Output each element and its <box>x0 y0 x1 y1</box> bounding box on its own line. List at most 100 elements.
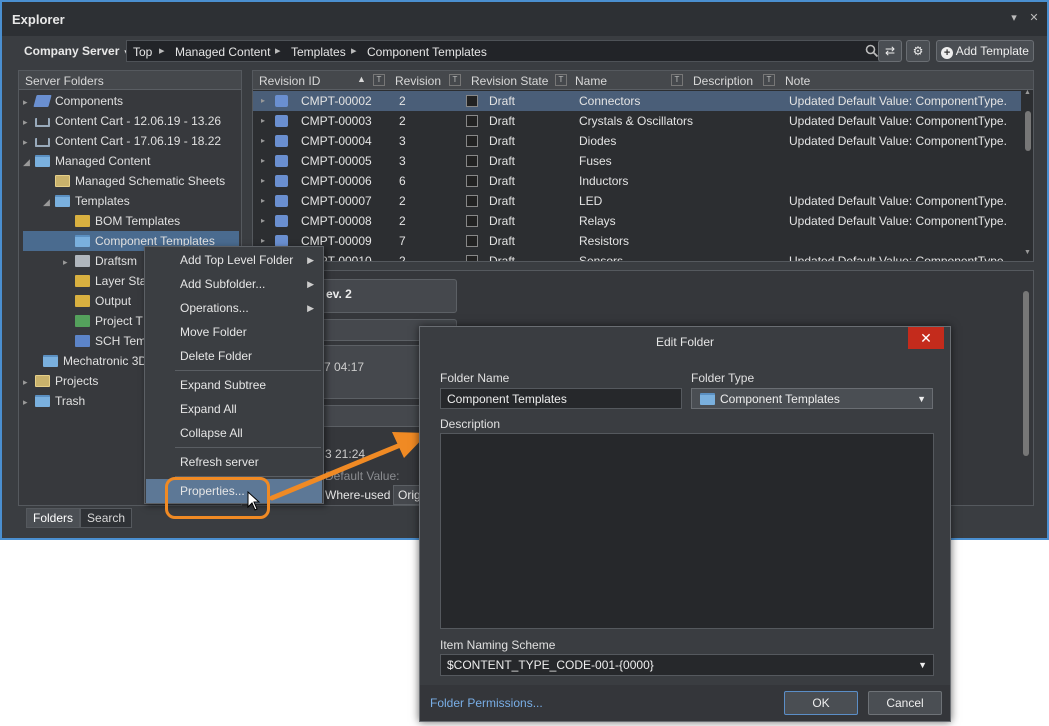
cell-note: Updated Default Value: ComponentType. <box>789 114 1007 128</box>
scroll-up-icon[interactable]: ▲ <box>1024 89 1031 96</box>
table-row[interactable]: ▸ CMPT-00003 2 Draft Crystals & Oscillators U… <box>253 111 1021 131</box>
cell-revision: 3 <box>399 134 406 148</box>
checkbox[interactable] <box>466 175 478 187</box>
table-row[interactable]: ▸ CMPT-00004 3 Draft Diodes Updated Default V… <box>253 131 1021 151</box>
folder-type-select[interactable]: Component Templates ▼ <box>691 388 933 409</box>
tree-label: Project T <box>95 314 143 328</box>
chevron-right-icon[interactable]: ▸ <box>351 44 357 57</box>
expand-icon[interactable]: ▸ <box>261 151 265 171</box>
menu-item[interactable]: Add Top Level Folder ▶ <box>146 248 322 272</box>
folder-icon <box>75 295 90 307</box>
tree-item-bom-templates[interactable]: BOM Templates <box>23 211 241 231</box>
expand-icon[interactable]: ▸ <box>261 171 265 191</box>
sort-asc-icon: ▲ <box>357 74 366 84</box>
component-icon <box>33 95 52 107</box>
menu-item[interactable]: Collapse All <box>146 421 322 445</box>
checkbox[interactable] <box>466 215 478 227</box>
expand-icon[interactable]: ▸ <box>261 91 265 111</box>
server-dropdown[interactable]: Company Server ▼ <box>24 44 131 58</box>
chevron-right-icon[interactable]: ▸ <box>275 44 281 57</box>
scrollbar[interactable]: ▲ ▼ <box>1023 89 1033 261</box>
col-description[interactable]: Description <box>693 74 753 88</box>
table-row[interactable]: ▸ CMPT-00007 2 Draft LED Updated Default Valu… <box>253 191 1021 211</box>
table-row[interactable]: ▸ CMPT-00002 2 Draft Connectors Updated Defau… <box>253 91 1021 111</box>
menu-item[interactable]: Expand All <box>146 397 322 421</box>
close-icon[interactable]: ✕ <box>1028 12 1040 24</box>
table-row[interactable]: ▸ CMPT-00005 3 Draft Fuses <box>253 151 1021 171</box>
revisions-grid: Revision ID ▲ T Revision T Revision Stat… <box>252 70 1034 262</box>
checkbox[interactable] <box>466 95 478 107</box>
menu-item[interactable]: Expand Subtree <box>146 373 322 397</box>
description-textarea[interactable] <box>440 433 934 629</box>
tree-item-schematic-sheets[interactable]: Managed Schematic Sheets <box>23 171 241 191</box>
refresh-button[interactable]: ⇄ <box>878 40 902 62</box>
col-note[interactable]: Note <box>785 74 810 88</box>
checkbox[interactable] <box>466 155 478 167</box>
folder-icon <box>43 355 58 367</box>
chevron-right-icon: ▶ <box>307 303 314 313</box>
checkbox[interactable] <box>466 255 478 261</box>
cell-state: Draft <box>489 254 516 262</box>
folder-permissions-link[interactable]: Folder Permissions... <box>430 696 543 710</box>
col-revision[interactable]: Revision <box>395 74 441 88</box>
ok-button[interactable]: OK <box>784 691 858 715</box>
tree-item-cart-1[interactable]: ▸ Content Cart - 12.06.19 - 13.26 <box>23 111 241 131</box>
expand-icon[interactable]: ▸ <box>261 131 265 151</box>
folder-icon <box>75 275 90 287</box>
expand-icon[interactable]: ▸ <box>261 191 265 211</box>
tab-folders[interactable]: Folders <box>26 508 81 528</box>
close-button[interactable]: ✕ <box>908 327 944 349</box>
cell-state: Draft <box>489 94 516 108</box>
component-icon <box>275 155 288 167</box>
cell-note: Updated Default Value: ComponentType. <box>789 194 1007 208</box>
menu-item[interactable]: Operations... ▶ <box>146 296 322 320</box>
cancel-button[interactable]: Cancel <box>868 691 942 715</box>
add-template-button[interactable]: + Add Template <box>936 40 1034 62</box>
crumb-managed-content[interactable]: Managed Content <box>175 45 270 59</box>
checkbox[interactable] <box>466 135 478 147</box>
folder-icon <box>75 255 90 267</box>
col-revision-id[interactable]: Revision ID <box>259 74 320 88</box>
filter-icon[interactable]: T <box>449 74 461 86</box>
search-icon[interactable] <box>865 44 879 61</box>
table-row[interactable]: ▸CMPT-000102DraftSensorsUpdated Default … <box>253 251 1021 262</box>
filter-icon[interactable]: T <box>373 74 385 86</box>
cell-name: Crystals & Oscillators <box>579 114 694 128</box>
scroll-down-icon[interactable]: ▼ <box>1024 249 1031 256</box>
col-revision-state[interactable]: Revision State <box>471 74 548 88</box>
expand-icon[interactable]: ▸ <box>261 111 265 131</box>
checkbox[interactable] <box>466 195 478 207</box>
menu-item[interactable]: Refresh server <box>146 450 322 474</box>
filter-icon[interactable]: T <box>763 74 775 86</box>
tree-item-managed-content[interactable]: ◢ Managed Content <box>23 151 241 171</box>
checkbox[interactable] <box>466 115 478 127</box>
filter-icon[interactable]: T <box>555 74 567 86</box>
tree-item-components[interactable]: ▸ Components <box>23 91 241 111</box>
scroll-thumb[interactable] <box>1023 291 1029 456</box>
table-row[interactable]: ▸ CMPT-00009 7 Draft Resistors <box>253 231 1021 251</box>
table-row[interactable]: ▸ CMPT-00008 2 Draft Relays Updated Default V… <box>253 211 1021 231</box>
cell-note: Updated Default Value: ComponentType. <box>789 134 1007 148</box>
chevron-right-icon[interactable]: ▸ <box>159 44 165 57</box>
settings-button[interactable]: ⚙ <box>906 40 930 62</box>
naming-scheme-select[interactable]: $CONTENT_TYPE_CODE-001-{0000} ▼ <box>440 654 934 676</box>
checkbox[interactable] <box>466 235 478 247</box>
filter-icon[interactable]: T <box>671 74 683 86</box>
table-row[interactable]: ▸ CMPT-00006 6 Draft Inductors <box>253 171 1021 191</box>
menu-item[interactable]: Delete Folder <box>146 344 322 368</box>
where-used-tab[interactable]: Where-used <box>325 488 390 502</box>
scroll-thumb[interactable] <box>1025 111 1031 151</box>
menu-separator <box>175 370 321 371</box>
crumb-component-templates[interactable]: Component Templates <box>367 45 487 59</box>
crumb-templates[interactable]: Templates <box>291 45 346 59</box>
expand-icon[interactable]: ▸ <box>261 211 265 231</box>
tree-item-cart-2[interactable]: ▸ Content Cart - 17.06.19 - 18.22 <box>23 131 241 151</box>
tree-item-templates[interactable]: ◢ Templates <box>23 191 241 211</box>
col-name[interactable]: Name <box>575 74 607 88</box>
folder-name-input[interactable]: Component Templates <box>440 388 682 409</box>
menu-item[interactable]: Add Subfolder... ▶ <box>146 272 322 296</box>
crumb-top[interactable]: Top <box>133 45 152 59</box>
tab-search[interactable]: Search <box>80 508 133 528</box>
dropdown-icon[interactable]: ▾ <box>1008 12 1020 24</box>
menu-item[interactable]: Move Folder <box>146 320 322 344</box>
